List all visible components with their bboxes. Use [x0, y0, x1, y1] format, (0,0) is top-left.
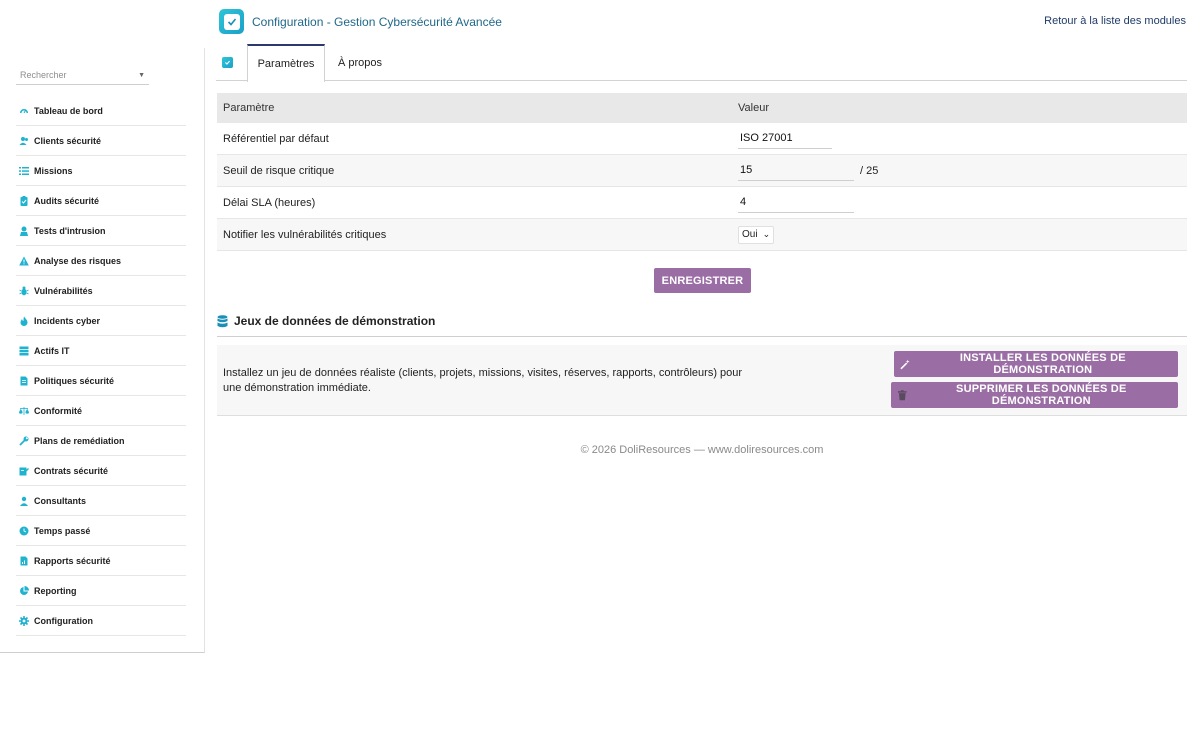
param-label: Notifier les vulnérabilités critiques	[223, 228, 387, 241]
sidebar-item-compliance[interactable]: Conformité	[16, 396, 186, 426]
sidebar-item-label: Vulnérabilités	[34, 285, 93, 296]
demo-title-text: Jeux de données de démonstration	[234, 314, 436, 328]
table-row: Référentiel par défaut	[217, 123, 1187, 155]
clipboard-icon	[19, 195, 29, 206]
list-icon	[19, 166, 29, 176]
sidebar-item-dashboard[interactable]: Tableau de bord	[16, 96, 186, 126]
sidebar-item-label: Plans de remédiation	[34, 435, 125, 446]
server-icon	[19, 346, 29, 356]
notify-critical-value: Oui	[742, 229, 758, 240]
back-to-modules-link[interactable]: Retour à la liste des modules	[1044, 15, 1186, 27]
tab-bar: Paramètres À propos	[216, 44, 1187, 82]
delete-demo-button[interactable]: SUPPRIMER LES DONNÉES DE DÉMONSTRATION	[891, 382, 1178, 408]
param-label: Délai SLA (heures)	[223, 196, 316, 209]
sidebar: ▼ Tableau de bord Clients sécurité Missi…	[0, 48, 205, 653]
sidebar-item-label: Tableau de bord	[34, 105, 103, 116]
trash-icon	[897, 389, 907, 400]
search-input[interactable]	[20, 70, 130, 80]
sidebar-search[interactable]: ▼	[16, 66, 149, 85]
sla-delay-input[interactable]	[738, 192, 854, 213]
sidebar-item-label: Contrats sécurité	[34, 465, 109, 476]
chevron-down-icon[interactable]: ▼	[138, 72, 145, 79]
demo-section-title: Jeux de données de démonstration	[217, 314, 1187, 337]
contract-icon	[19, 466, 29, 476]
column-header-valeur: Valeur	[738, 102, 769, 114]
sidebar-item-assets[interactable]: Actifs IT	[16, 336, 186, 366]
sidebar-menu: ▼ Tableau de bord Clients sécurité Missi…	[16, 66, 186, 636]
warning-icon	[19, 256, 29, 266]
sidebar-item-label: Clients sécurité	[34, 135, 102, 146]
report-icon	[19, 556, 29, 566]
sidebar-item-label: Temps passé	[34, 525, 91, 536]
app-logo	[219, 9, 244, 34]
footer-copyright: © 2026 DoliResources — www.doliresources…	[580, 444, 824, 456]
table-row: Seuil de risque critique / 25	[217, 155, 1187, 187]
sidebar-item-pentest[interactable]: Tests d'intrusion	[16, 216, 186, 246]
user-icon	[19, 496, 29, 506]
fire-icon	[19, 316, 29, 326]
param-label: Référentiel par défaut	[223, 132, 329, 145]
demo-panel: Installez un jeu de données réaliste (cl…	[217, 345, 1187, 416]
sidebar-item-label: Rapports sécurité	[34, 555, 111, 566]
sidebar-item-risks[interactable]: Analyse des risques	[16, 246, 186, 276]
risk-threshold-suffix: / 25	[860, 164, 879, 177]
sidebar-item-time[interactable]: Temps passé	[16, 516, 186, 546]
sidebar-item-reporting[interactable]: Reporting	[16, 576, 186, 606]
demo-description: Installez un jeu de données réaliste (cl…	[223, 367, 743, 394]
param-label: Seuil de risque critique	[223, 164, 335, 177]
dashboard-icon	[19, 106, 29, 116]
sidebar-item-label: Incidents cyber	[34, 315, 101, 326]
risk-threshold-input[interactable]	[738, 160, 854, 181]
table-header: Paramètre Valeur	[217, 93, 1187, 123]
sidebar-item-label: Missions	[34, 165, 73, 176]
sidebar-item-label: Audits sécurité	[34, 195, 100, 206]
sidebar-item-label: Actifs IT	[34, 345, 70, 356]
sidebar-item-remediation[interactable]: Plans de remédiation	[16, 426, 186, 456]
install-demo-button[interactable]: INSTALLER LES DONNÉES DE DÉMONSTRATION	[894, 351, 1178, 377]
save-button[interactable]: ENREGISTRER	[654, 268, 751, 293]
sidebar-item-label: Consultants	[34, 495, 87, 506]
sidebar-item-label: Analyse des risques	[34, 255, 122, 266]
sidebar-item-vulnerabilities[interactable]: Vulnérabilités	[16, 276, 186, 306]
sidebar-item-incidents[interactable]: Incidents cyber	[16, 306, 186, 336]
database-icon	[217, 315, 228, 328]
sidebar-item-configuration[interactable]: Configuration	[16, 606, 186, 636]
table-row: Notifier les vulnérabilités critiques Ou…	[217, 219, 1187, 251]
install-demo-label: INSTALLER LES DONNÉES DE DÉMONSTRATION	[959, 352, 1126, 376]
module-icon	[222, 57, 233, 68]
bug-icon	[19, 286, 29, 296]
table-row: Délai SLA (heures)	[217, 187, 1187, 219]
clock-icon	[19, 526, 29, 536]
sidebar-item-policies[interactable]: Politiques sécurité	[16, 366, 186, 396]
magic-wand-icon	[900, 359, 910, 369]
sidebar-item-label: Configuration	[34, 615, 93, 626]
sidebar-item-clients[interactable]: Clients sécurité	[16, 126, 186, 156]
page-title: Configuration - Gestion Cybersécurité Av…	[252, 15, 502, 29]
file-icon	[19, 376, 29, 386]
chart-pie-icon	[19, 585, 29, 596]
sidebar-item-label: Reporting	[34, 585, 77, 596]
sidebar-item-label: Conformité	[34, 405, 82, 416]
delete-demo-label: SUPPRIMER LES DONNÉES DE DÉMONSTRATION	[956, 383, 1127, 407]
sidebar-item-audits[interactable]: Audits sécurité	[16, 186, 186, 216]
sidebar-item-label: Politiques sécurité	[34, 375, 115, 386]
tab-parametres[interactable]: Paramètres	[247, 44, 325, 82]
referentiel-input[interactable]	[738, 128, 832, 149]
sidebar-item-missions[interactable]: Missions	[16, 156, 186, 186]
hacker-icon	[19, 226, 29, 236]
sidebar-item-label: Tests d'intrusion	[34, 225, 106, 236]
sidebar-item-consultants[interactable]: Consultants	[16, 486, 186, 516]
balance-icon	[19, 406, 29, 416]
sidebar-item-reports[interactable]: Rapports sécurité	[16, 546, 186, 576]
shield-check-icon	[223, 13, 240, 30]
tab-a-propos[interactable]: À propos	[328, 44, 392, 81]
users-icon	[19, 136, 29, 146]
chevron-down-icon: ⌄	[762, 229, 771, 239]
notify-critical-select[interactable]: Oui ⌄	[738, 225, 775, 244]
column-header-parametre: Paramètre	[223, 102, 275, 114]
sidebar-item-contracts[interactable]: Contrats sécurité	[16, 456, 186, 486]
parameters-table: Paramètre Valeur Référentiel par défaut …	[217, 93, 1187, 251]
gear-icon	[19, 615, 29, 626]
wrench-icon	[19, 436, 29, 446]
